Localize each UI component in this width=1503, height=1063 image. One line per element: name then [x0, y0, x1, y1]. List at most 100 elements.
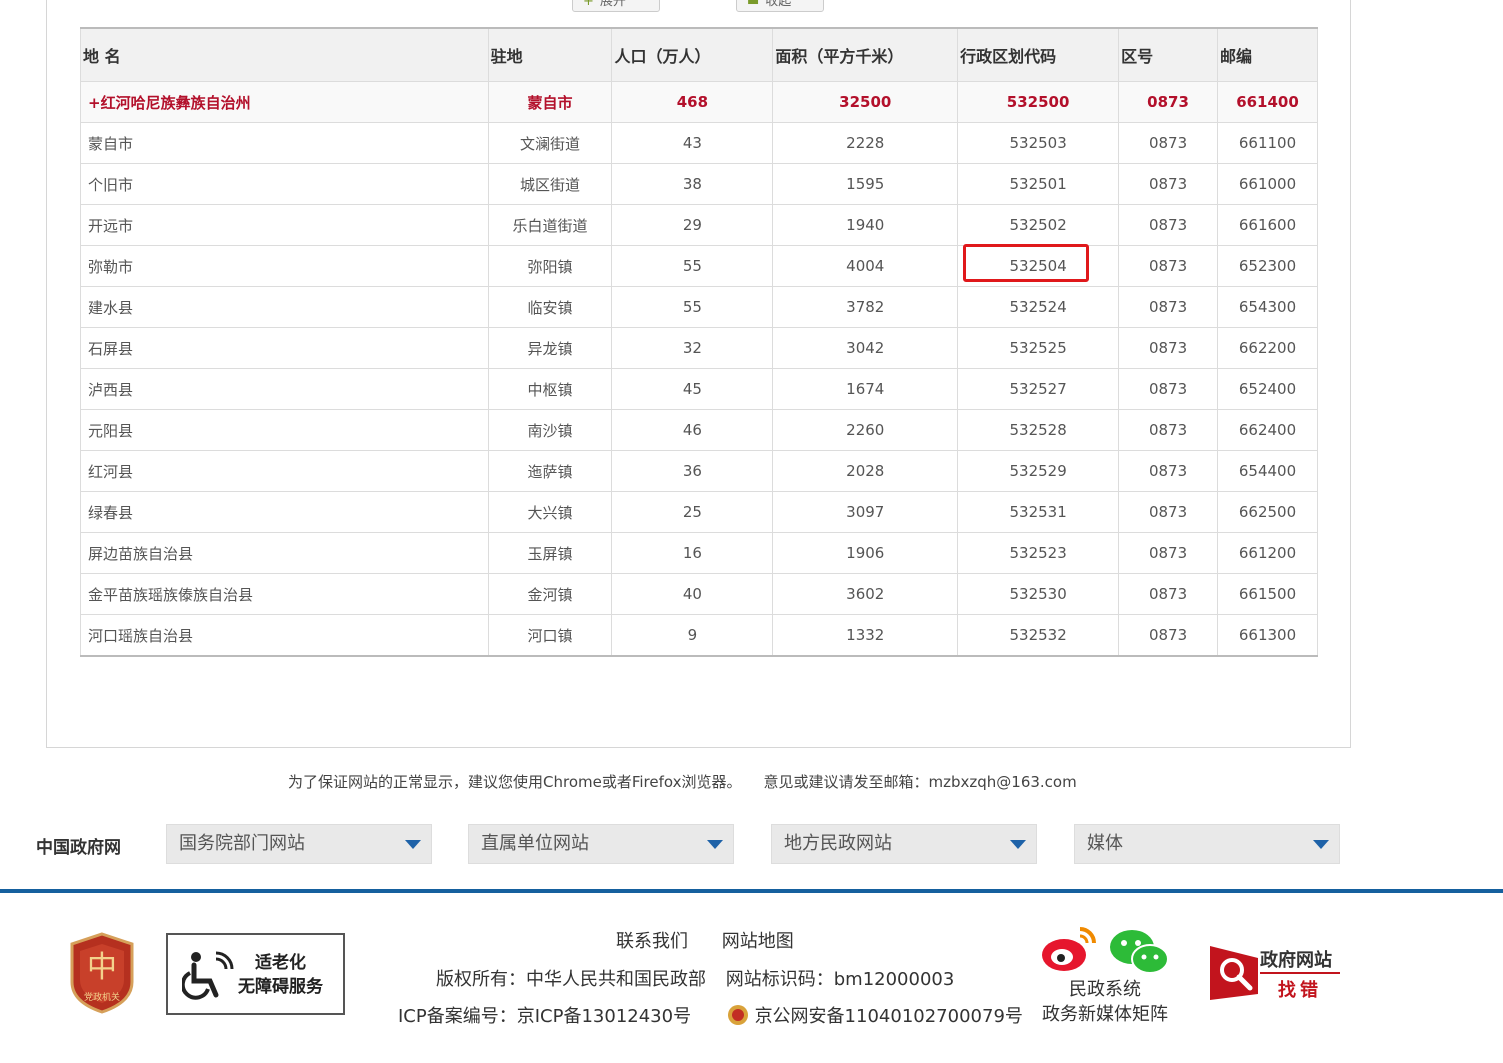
cell-area: 2228 — [772, 122, 959, 164]
cell-seat: 弥阳镇 — [487, 245, 613, 287]
cell-postcode: 652400 — [1217, 368, 1318, 410]
expand-button[interactable]: + 展开 — [572, 0, 660, 12]
email-notice[interactable]: 意见或建议请发至邮箱：mzbxzqh@163.com — [763, 773, 1076, 791]
cell-population: 40 — [611, 573, 774, 615]
cell-postcode: 662200 — [1217, 327, 1318, 369]
cell-name: 个旧市 — [80, 163, 489, 205]
table-row: 蒙自市 文澜街道 43 2228 532503 0873 661100 — [80, 122, 1318, 164]
cell-area-code: 0873 — [1118, 122, 1218, 164]
cell-seat: 河口镇 — [487, 614, 613, 657]
cell-code: 532532 — [957, 614, 1120, 657]
browser-notice: 为了保证网站的正常显示，建议您使用Chrome或者Firefox浏览器。 — [288, 773, 742, 791]
cell-area: 3602 — [772, 573, 959, 615]
table-row: 元阳县 南沙镇 46 2260 532528 0873 662400 — [80, 409, 1318, 451]
cell-population: 43 — [611, 122, 774, 164]
dropdown-arrow-icon — [405, 840, 421, 849]
cell-code: 532503 — [957, 122, 1120, 164]
gov-site-link[interactable]: 中国政府网 — [36, 833, 121, 858]
accessibility-service-button[interactable]: 适老化 无障碍服务 — [166, 933, 345, 1015]
sitemap-link[interactable]: 网站地图 — [722, 931, 794, 952]
cell-area-code: 0873 — [1118, 450, 1218, 492]
header-area: 面积（平方千米） — [772, 27, 959, 82]
cell-seat: 文澜街道 — [487, 122, 613, 164]
cell-area: 1940 — [772, 204, 959, 246]
cell-seat: 玉屏镇 — [487, 532, 613, 574]
new-media-matrix-link[interactable]: 民政系统 政务新媒体矩阵 — [1038, 925, 1172, 1035]
cell-seat: 南沙镇 — [487, 409, 613, 451]
cell-name: 金平苗族瑶族傣族自治县 — [80, 573, 489, 615]
dropdown-arrow-icon — [1010, 840, 1026, 849]
select-media[interactable]: 媒体 — [1074, 824, 1340, 864]
cell-area-code: 0873 — [1118, 245, 1218, 287]
table-row: 绿春县 大兴镇 25 3097 532531 0873 662500 — [80, 491, 1318, 533]
select-local[interactable]: 地方民政网站 — [771, 824, 1037, 864]
cell-name: 元阳县 — [80, 409, 489, 451]
cell-name: 河口瑶族自治县 — [80, 614, 489, 657]
table-row: 金平苗族瑶族傣族自治县 金河镇 40 3602 532530 0873 661500 — [80, 573, 1318, 615]
cell-area-code: 0873 — [1118, 81, 1218, 123]
cell-area: 2260 — [772, 409, 959, 451]
cell-postcode: 662500 — [1217, 491, 1318, 533]
cell-name: 红河县 — [80, 450, 489, 492]
jiucuo-line1: 政府网站 — [1260, 950, 1332, 971]
police-record-link[interactable]: 京公网安备11040102700079号 — [755, 1006, 1023, 1027]
table-row: 屏边苗族自治县 玉屏镇 16 1906 532523 0873 661200 — [80, 532, 1318, 574]
cell-code: 532527 — [957, 368, 1120, 410]
icp-link[interactable]: ICP备案编号：京ICP备13012430号 — [398, 1006, 691, 1027]
contact-link[interactable]: 联系我们 — [616, 931, 688, 952]
cell-area: 3097 — [772, 491, 959, 533]
select-affiliated[interactable]: 直属单位网站 — [468, 824, 734, 864]
cell-postcode: 661600 — [1217, 204, 1318, 246]
badge-text: 党政机关 — [84, 991, 120, 1003]
party-government-badge-icon[interactable]: 中 党政机关 — [66, 932, 138, 1014]
table-row: 个旧市 城区街道 38 1595 532501 0873 661000 — [80, 163, 1318, 205]
cell-name: 开远市 — [80, 204, 489, 246]
dropdown-arrow-icon — [1313, 840, 1329, 849]
cell-postcode: 661000 — [1217, 163, 1318, 205]
media-line1: 民政系统 — [1069, 979, 1141, 1000]
cell-postcode: 654300 — [1217, 286, 1318, 328]
cell-postcode: 661300 — [1217, 614, 1318, 657]
cell-code: 532528 — [957, 409, 1120, 451]
collapse-button[interactable]: ▬ 收起 — [736, 0, 824, 12]
collapse-icon: ▬ — [747, 0, 760, 9]
cell-population: 55 — [611, 245, 774, 287]
cell-area-code: 0873 — [1118, 573, 1218, 615]
cell-area-code: 0873 — [1118, 614, 1218, 657]
magnifier-flag-icon — [1210, 946, 1258, 1000]
division-table: 地 名 驻地 人口（万人） 面积（平方千米） 行政区划代码 区号 邮编 +红河哈… — [80, 27, 1318, 657]
cell-area-code: 0873 — [1118, 368, 1218, 410]
cell-code: 532530 — [957, 573, 1120, 615]
cell-area-code: 0873 — [1118, 327, 1218, 369]
cell-name: 泸西县 — [80, 368, 489, 410]
header-name: 地 名 — [80, 27, 489, 82]
header-area-code: 区号 — [1118, 27, 1218, 82]
cell-population: 32 — [611, 327, 774, 369]
expand-label: 展开 — [599, 0, 626, 9]
cell-seat: 蒙自市 — [487, 81, 613, 123]
table-row: 泸西县 中枢镇 45 1674 532527 0873 652400 — [80, 368, 1318, 410]
cell-name: 石屏县 — [80, 327, 489, 369]
cell-name: 蒙自市 — [80, 122, 489, 164]
cell-area: 4004 — [772, 245, 959, 287]
access-line2: 无障碍服务 — [238, 977, 323, 997]
table-row: 弥勒市 弥阳镇 55 4004 532504 0873 652300 — [80, 245, 1318, 287]
cell-seat: 城区街道 — [487, 163, 613, 205]
cell-population: 29 — [611, 204, 774, 246]
header-population: 人口（万人） — [611, 27, 774, 82]
cell-seat: 金河镇 — [487, 573, 613, 615]
cell-code: 532524 — [957, 286, 1120, 328]
cell-name: 绿春县 — [80, 491, 489, 533]
cell-name: 屏边苗族自治县 — [80, 532, 489, 574]
header-postcode: 邮编 — [1217, 27, 1318, 82]
cell-code: 532531 — [957, 491, 1120, 533]
cell-area-code: 0873 — [1118, 409, 1218, 451]
select-state-council[interactable]: 国务院部门网站 — [166, 824, 432, 864]
expand-icon: + — [583, 0, 594, 9]
cell-postcode: 661200 — [1217, 532, 1318, 574]
cell-name[interactable]: +红河哈尼族彝族自治州 — [80, 81, 489, 123]
cell-name: 弥勒市 — [80, 245, 489, 287]
table-row: 开远市 乐白道街道 29 1940 532502 0873 661600 — [80, 204, 1318, 246]
cell-seat: 乐白道街道 — [487, 204, 613, 246]
report-error-button[interactable]: 政府网站 找错 — [1208, 936, 1343, 1002]
